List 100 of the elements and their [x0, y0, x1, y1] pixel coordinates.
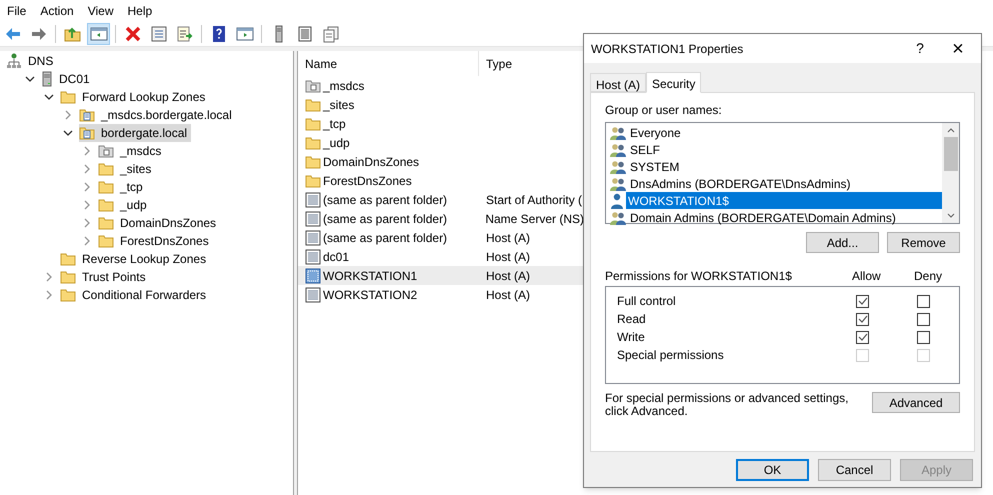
permission-name: Special permissions	[617, 347, 725, 364]
folder-icon	[60, 288, 76, 302]
tree-item[interactable]: _tcp	[98, 178, 147, 196]
advanced-button[interactable]: Advanced	[872, 392, 960, 413]
folder-icon	[305, 116, 321, 130]
tree-item[interactable]: _sites	[98, 160, 156, 178]
record-icon	[305, 210, 321, 226]
list-row[interactable]: _udp	[298, 133, 584, 152]
permission-name: Write	[617, 329, 646, 346]
menu-item[interactable]: View	[80, 2, 120, 20]
list-row[interactable]: _msdcs	[298, 76, 584, 95]
folder-icon	[98, 180, 114, 194]
console-tree-icon[interactable]	[87, 22, 110, 44]
tree-item[interactable]: Conditional Forwarders	[60, 286, 210, 304]
allow-checkbox[interactable]	[856, 294, 869, 308]
expand-chevron-icon[interactable]	[63, 110, 73, 120]
deny-checkbox[interactable]	[917, 330, 930, 344]
folder-icon	[305, 98, 321, 112]
collapse-chevron-icon[interactable]	[63, 128, 73, 138]
name-cell-text: (same as parent folder)	[323, 210, 448, 228]
allow-checkbox[interactable]	[856, 330, 869, 344]
zone-icon	[98, 144, 114, 158]
allow-label: Allow	[852, 268, 882, 285]
dialog-button[interactable]: OK	[736, 459, 809, 481]
principal-item[interactable]: SYSTEM	[610, 158, 942, 175]
folder-icon	[305, 136, 321, 150]
group-label: Group or user names:	[605, 102, 723, 119]
list-row[interactable]: dc01 Host (A)	[298, 247, 584, 266]
add-button[interactable]: Add...	[806, 232, 879, 253]
users-icon	[610, 142, 626, 156]
name-cell-text: _tcp	[323, 116, 346, 132]
name-cell-text: _sites	[323, 96, 354, 114]
list-row[interactable]: DomainDnsZones	[298, 152, 584, 171]
permission-name: Read	[617, 311, 647, 328]
deny-label: Deny	[914, 268, 944, 285]
folder-icon	[60, 270, 76, 284]
name-cell-text: ForestDnsZones	[323, 172, 412, 190]
list-row[interactable]: (same as parent folder) Start of Authority (	[298, 190, 584, 209]
principal-item[interactable]: SELF	[610, 141, 942, 158]
name-cell-text: WORKSTATION2	[323, 286, 418, 304]
zone-icon	[305, 78, 321, 92]
record-icon	[305, 192, 321, 208]
principal-item[interactable]: Domain Admins (BORDERGATE\Domain Admins)	[610, 209, 942, 226]
tree-item[interactable]: Forward Lookup Zones	[60, 88, 210, 106]
tree-item[interactable]: DomainDnsZones	[98, 214, 220, 232]
folder-icon	[98, 162, 114, 176]
tree-item[interactable]: Trust Points	[60, 268, 150, 286]
dialog-button[interactable]: Cancel	[818, 459, 891, 481]
remove-button[interactable]: Remove	[887, 232, 960, 253]
folder-icon	[60, 252, 76, 266]
name-cell-text: dc01	[323, 248, 350, 266]
list-row[interactable]: WORKSTATION2 Host (A)	[298, 285, 584, 304]
zone-icon	[79, 126, 95, 140]
tree-item[interactable]: _msdcs.bordergate.local	[79, 106, 236, 124]
user-icon	[610, 192, 624, 208]
window-title: WORKSTATION1 Properties	[591, 40, 744, 58]
name-cell-text: DomainDnsZones	[323, 154, 420, 170]
tab[interactable]: Security	[646, 72, 702, 93]
type-cell-text: Host (A)	[485, 230, 530, 246]
menu-item[interactable]: File	[0, 2, 34, 20]
list-row[interactable]: _sites	[298, 95, 584, 114]
tab[interactable]: Host (A)	[590, 73, 646, 92]
principal-item[interactable]: Everyone	[610, 124, 942, 141]
tree-item[interactable]: DNS	[6, 52, 58, 70]
list-row[interactable]: (same as parent folder) Host (A)	[298, 228, 584, 247]
name-cell-text: _udp	[323, 134, 350, 152]
menu-item[interactable]: Action	[33, 2, 81, 20]
tree-item[interactable]: Reverse Lookup Zones	[60, 250, 210, 268]
zone-icon	[79, 108, 95, 122]
folder-icon	[98, 198, 114, 212]
list-row[interactable]: WORKSTATION1 Host (A)	[298, 266, 584, 285]
tree-item[interactable]: _msdcs	[98, 142, 166, 160]
allow-checkbox[interactable]	[856, 312, 869, 326]
tree-item[interactable]: DC01	[41, 70, 94, 88]
folder-icon	[98, 216, 114, 230]
principal-item[interactable]: DnsAdmins (BORDERGATE\DnsAdmins)	[610, 175, 942, 192]
server-icon	[41, 71, 53, 87]
close-button[interactable]: ×	[935, 38, 981, 58]
type-cell-text: Host (A)	[485, 248, 530, 266]
help-button[interactable]: ?	[905, 38, 935, 59]
list-row[interactable]: _tcp	[298, 114, 584, 133]
list-row[interactable]: (same as parent folder) Name Server (NS)	[298, 209, 584, 228]
list-row[interactable]: ForestDnsZones	[298, 171, 584, 190]
permissions-label: Permissions for WORKSTATION1$	[605, 268, 793, 285]
users-icon	[610, 126, 626, 140]
tree-item[interactable]: bordergate.local	[79, 124, 192, 142]
folder-icon	[60, 90, 76, 104]
folder-icon	[305, 154, 321, 168]
name-cell-text: WORKSTATION1	[323, 268, 418, 284]
scrollbar[interactable]	[942, 123, 959, 223]
tree-item[interactable]: _udp	[98, 196, 151, 214]
permission-name: Full control	[617, 293, 677, 310]
deny-checkbox[interactable]	[917, 312, 930, 326]
column-header[interactable]: Name	[298, 51, 479, 76]
name-cell-text: (same as parent folder)	[323, 192, 448, 208]
deny-checkbox[interactable]	[917, 294, 930, 308]
tree-item[interactable]: ForestDnsZones	[98, 232, 213, 250]
name-cell-text: (same as parent folder)	[323, 230, 448, 246]
menu-item[interactable]: Help	[120, 2, 160, 20]
type-cell-text: Start of Authority (	[485, 192, 582, 208]
